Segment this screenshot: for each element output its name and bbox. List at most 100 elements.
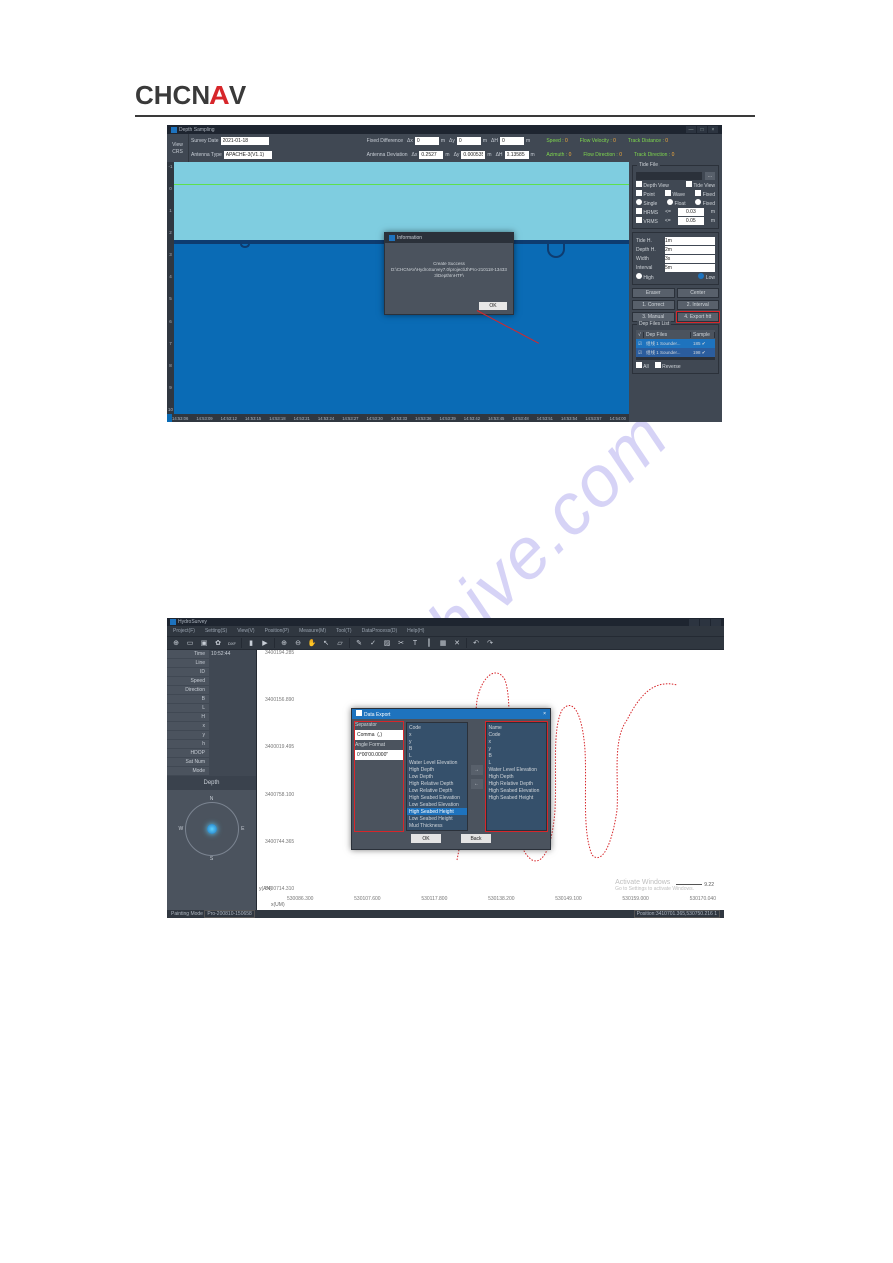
list-item[interactable]: y: [407, 738, 467, 745]
pan-icon[interactable]: ✋: [307, 638, 317, 648]
back-button[interactable]: Back: [461, 834, 491, 843]
zoom-in-icon[interactable]: ⊕: [279, 638, 289, 648]
fixed-checkbox[interactable]: [695, 190, 701, 196]
low-radio[interactable]: [698, 273, 704, 279]
area-icon[interactable]: ▨: [382, 638, 392, 648]
list-item[interactable]: Water Level Elevation: [487, 766, 547, 773]
ok-button[interactable]: OK: [411, 834, 441, 843]
antenna-type-select[interactable]: [224, 151, 272, 159]
check-icon[interactable]: ✓: [368, 638, 378, 648]
dep-files-list[interactable]: √Dep FilesSample ☑组线 1 Sounder...185 ✔ ☑…: [636, 330, 715, 360]
list-item[interactable]: x: [407, 731, 467, 738]
angle-format-select[interactable]: [355, 750, 403, 760]
depthh-select[interactable]: [665, 246, 715, 254]
float-radio[interactable]: [667, 199, 673, 205]
list-item[interactable]: x: [487, 738, 547, 745]
single-radio[interactable]: [636, 199, 642, 205]
tideh-select[interactable]: [665, 237, 715, 245]
list-item[interactable]: High Seabed Elevation: [487, 787, 547, 794]
interval-button[interactable]: 2. Interval: [677, 300, 720, 310]
survey-date-input[interactable]: [221, 137, 269, 145]
hrms-checkbox[interactable]: [636, 208, 642, 214]
remove-field-button[interactable]: ←: [471, 779, 483, 789]
list-item[interactable]: y: [487, 745, 547, 752]
fixed-radio[interactable]: [695, 199, 701, 205]
zoom-out-icon[interactable]: ⊖: [293, 638, 303, 648]
hrms-input[interactable]: [678, 208, 704, 216]
list-item[interactable]: Low Relative Depth: [407, 787, 467, 794]
list-item[interactable]: B: [487, 752, 547, 759]
list-item[interactable]: High Depth: [407, 766, 467, 773]
select-icon[interactable]: ▱: [335, 638, 345, 648]
list-item[interactable]: High Seabed Height: [407, 808, 467, 815]
interval-select[interactable]: [665, 264, 715, 272]
wave-checkbox[interactable]: [665, 190, 671, 196]
menu-item[interactable]: View(V): [237, 628, 254, 634]
browse-button[interactable]: ...: [705, 172, 715, 180]
dx-input[interactable]: [415, 137, 439, 145]
list-item[interactable]: Name: [487, 724, 547, 731]
list-item[interactable]: Mud Thickness: [407, 822, 467, 829]
list-item[interactable]: High Seabed Height: [487, 794, 547, 801]
list-item[interactable]: High Relative Depth: [487, 780, 547, 787]
dy-input[interactable]: [457, 137, 481, 145]
redo-icon[interactable]: ↷: [485, 638, 495, 648]
list-item[interactable]: Code: [407, 724, 467, 731]
menu-item[interactable]: DataProcess(D): [362, 628, 398, 634]
list-item[interactable]: L: [487, 759, 547, 766]
list-item[interactable]: Low Seabed Height: [407, 815, 467, 822]
menu-item[interactable]: Tool(T): [336, 628, 352, 634]
eraser-button[interactable]: Eraser: [632, 288, 675, 298]
depth-view-checkbox[interactable]: [636, 181, 642, 187]
menu-item[interactable]: Position(P): [265, 628, 289, 634]
list-item[interactable]: Low Depth: [407, 773, 467, 780]
dh-input[interactable]: [500, 137, 524, 145]
folder-icon[interactable]: ▭: [185, 638, 195, 648]
point-checkbox[interactable]: [636, 190, 642, 196]
tide-view-checkbox[interactable]: [686, 181, 692, 187]
dy2-input[interactable]: [461, 151, 485, 159]
export-htt-button[interactable]: 4. Export htt: [677, 312, 720, 322]
list-item[interactable]: High Seabed Elevation: [407, 794, 467, 801]
menu-item[interactable]: Help(H): [407, 628, 424, 634]
separator-select[interactable]: [355, 730, 403, 740]
high-radio[interactable]: [636, 273, 642, 279]
menu-item[interactable]: Project(F): [173, 628, 195, 634]
list-item[interactable]: B: [407, 745, 467, 752]
record-icon[interactable]: ▮: [246, 638, 256, 648]
dxf-icon[interactable]: DXF: [227, 638, 237, 648]
menu-item[interactable]: Setting(S): [205, 628, 227, 634]
grid-icon[interactable]: ▦: [438, 638, 448, 648]
pointer-icon[interactable]: ↖: [321, 638, 331, 648]
maximize-button[interactable]: □: [697, 126, 707, 133]
play-icon[interactable]: ▶: [260, 638, 270, 648]
center-button[interactable]: Center: [677, 288, 720, 298]
dialog-close-button[interactable]: ×: [543, 711, 546, 717]
list-item[interactable]: Code: [487, 731, 547, 738]
crs-button[interactable]: CRS: [172, 149, 183, 155]
correct-button[interactable]: 1. Correct: [632, 300, 675, 310]
globe-icon[interactable]: ⊕: [171, 638, 181, 648]
list-item[interactable]: High Relative Depth: [407, 780, 467, 787]
gear-icon[interactable]: ✿: [213, 638, 223, 648]
menu-item[interactable]: Measure(M): [299, 628, 326, 634]
list-item[interactable]: High Depth: [487, 773, 547, 780]
cut-icon[interactable]: ✂: [396, 638, 406, 648]
undo-icon[interactable]: ↶: [471, 638, 481, 648]
maximize-button[interactable]: [700, 619, 710, 626]
tide-file-input[interactable]: [636, 172, 702, 180]
vrms-input[interactable]: [678, 217, 704, 225]
ruler-icon[interactable]: ┃: [424, 638, 434, 648]
available-fields-list[interactable]: CodexyBLWater Level ElevationHigh DepthL…: [406, 722, 468, 831]
close-button[interactable]: ×: [708, 126, 718, 133]
dialog-ok-button[interactable]: OK: [479, 302, 507, 310]
list-row[interactable]: ☑组线 1 Sounder...198 ✔: [636, 348, 715, 357]
list-item[interactable]: Low Seabed Elevation: [407, 801, 467, 808]
minimize-button[interactable]: —: [686, 126, 696, 133]
reverse-checkbox[interactable]: [655, 362, 661, 368]
all-checkbox[interactable]: [636, 362, 642, 368]
edit-icon[interactable]: ✎: [354, 638, 364, 648]
dh2-input[interactable]: [505, 151, 529, 159]
view-button[interactable]: View: [172, 142, 183, 148]
delete-icon[interactable]: ✕: [452, 638, 462, 648]
